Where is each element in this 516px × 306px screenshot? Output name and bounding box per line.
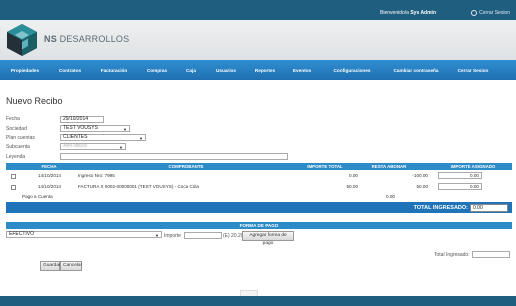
sociedad-label: Sociedad bbox=[6, 126, 27, 132]
brand-bold: NS bbox=[44, 34, 57, 44]
nav-item-eventos[interactable]: Eventos bbox=[284, 68, 320, 73]
nav-item-contratos[interactable]: Contratos bbox=[50, 68, 90, 73]
fecha-label: Fecha bbox=[6, 116, 20, 122]
total-ingresado-bar: TOTAL INGRESADO: 0.00 bbox=[6, 202, 512, 213]
brand-name: NS DESARROLLOS bbox=[44, 34, 129, 44]
nav-item-propiedades[interactable]: Propiedades bbox=[0, 68, 50, 73]
nav-item-cerrar-sesion[interactable]: Cerrar Sesion bbox=[448, 68, 498, 73]
total-ingresado-field[interactable]: 0.00 bbox=[470, 204, 508, 212]
row-importe-asignado-input[interactable]: 0.00 bbox=[438, 172, 482, 179]
sociedad-select[interactable]: TEST VOUSYS ▼ bbox=[60, 125, 130, 132]
col-importe-asignado: IMPORTE ASIGNADO bbox=[450, 164, 496, 169]
pago-a-cuenta-value: 0.00 bbox=[386, 194, 395, 199]
row-checkbox[interactable] bbox=[11, 174, 16, 179]
main-nav: Propiedades Contratos Facturación Compra… bbox=[0, 60, 516, 80]
leyenda-label: Leyenda bbox=[6, 154, 26, 160]
row-importe-asignado-input[interactable]: 0.00 bbox=[438, 183, 482, 190]
chevron-down-icon: ▼ bbox=[119, 145, 123, 150]
row-fecha: 14/10/2014 bbox=[38, 173, 61, 178]
pago-a-cuenta-label: Pago a Cuenta bbox=[22, 194, 53, 199]
save-button[interactable]: Guardar bbox=[40, 261, 61, 271]
cancel-button[interactable]: Cancelar bbox=[60, 261, 82, 271]
col-importe-total: IMPORTE TOTAL bbox=[307, 164, 343, 169]
welcome-prefix: Bienvenido/a bbox=[380, 10, 409, 16]
table-row: 14/10/2014 FACTURA X 0002-00000001 (TEST… bbox=[6, 182, 512, 192]
importe-input[interactable] bbox=[184, 232, 222, 239]
total-ingresado-label: TOTAL INGRESADO: bbox=[413, 205, 468, 211]
page-title: Nuevo Recibo bbox=[6, 96, 63, 106]
forma-pago-header: FORMA DE PAGO bbox=[6, 222, 512, 229]
col-resta-abonar: RESTA ABONAR bbox=[371, 164, 407, 169]
sociedad-value: TEST VOUSYS bbox=[63, 125, 98, 131]
header: NS DESARROLLOS bbox=[0, 20, 516, 60]
ns-cube-logo-icon[interactable] bbox=[6, 23, 38, 57]
col-comprobante: COMPROBANTE bbox=[168, 164, 204, 169]
fecha-input[interactable]: 29/10/2014 bbox=[60, 116, 104, 123]
nav-item-usuarios[interactable]: Usuarios bbox=[206, 68, 246, 73]
row-resta-abonar: -100.00 bbox=[412, 173, 428, 178]
nav-item-facturacion[interactable]: Facturación bbox=[90, 68, 138, 73]
subcuenta-label: Subcuenta bbox=[6, 144, 30, 150]
logout-link[interactable]: Cerrar Sesion bbox=[471, 10, 510, 16]
nav-item-cambiar-contrasena[interactable]: Cambiar contraseña bbox=[384, 68, 448, 73]
chevron-down-icon: ▼ bbox=[139, 136, 143, 141]
plan-cuentas-label: Plan cuentas bbox=[6, 135, 35, 141]
row-checkbox[interactable] bbox=[11, 185, 16, 190]
currency-note: (E) 20.20 bbox=[223, 233, 244, 239]
plan-cuentas-select[interactable]: CLIENTES ▼ bbox=[60, 134, 146, 141]
power-icon bbox=[471, 10, 478, 16]
col-fecha: FECHA bbox=[41, 164, 57, 169]
nav-item-compras[interactable]: Compras bbox=[138, 68, 176, 73]
footer-bar bbox=[0, 296, 516, 306]
welcome-user: Sys Admin bbox=[410, 10, 436, 16]
row-comprobante: FACTURA X 0002-00000001 (TEST VOUSYS) - … bbox=[78, 184, 199, 189]
row-fecha: 14/10/2014 bbox=[38, 184, 61, 189]
add-payment-method-button[interactable]: Agregar forma de pago bbox=[242, 231, 294, 246]
nav-item-configuraciones[interactable]: Configuraciones bbox=[320, 68, 384, 73]
row-importe-total: 50.00 bbox=[346, 184, 359, 189]
forma-pago-value: EFECTIVO bbox=[9, 231, 35, 237]
top-bar: Bienvenido/a Sys Admin Cerrar Sesion bbox=[0, 0, 516, 20]
welcome-text: Bienvenido/a Sys Admin bbox=[380, 10, 436, 16]
plan-cuentas-value: CLIENTES bbox=[63, 134, 88, 140]
subcuenta-value: Alex Altura bbox=[63, 143, 87, 149]
leyenda-input[interactable] bbox=[60, 153, 288, 160]
forma-pago-select[interactable]: EFECTIVO ▼ bbox=[6, 231, 162, 238]
subcuenta-select[interactable]: Alex Altura ▼ bbox=[60, 143, 126, 150]
logout-label: Cerrar Sesion bbox=[479, 10, 510, 16]
total-ingresado-small-field[interactable] bbox=[472, 251, 510, 258]
importe-label: Importe bbox=[164, 233, 181, 239]
row-resta-abonar: 50.00 bbox=[416, 184, 429, 189]
total-ingresado-small-label: Total Ingresado: bbox=[434, 252, 470, 258]
chevron-down-icon: ▼ bbox=[123, 127, 127, 132]
row-comprobante: Ingreso Nro: 7995 bbox=[78, 173, 115, 178]
pago-a-cuenta-row: Pago a Cuenta 0.00 bbox=[6, 192, 512, 202]
nav-item-caja[interactable]: Caja bbox=[176, 68, 206, 73]
nav-item-reportes[interactable]: Reportes bbox=[246, 68, 284, 73]
chevron-down-icon: ▼ bbox=[155, 233, 159, 238]
table-row: 14/10/2014 Ingreso Nro: 7995 0.00 -100.0… bbox=[6, 171, 512, 181]
receipts-table-header: FECHA COMPROBANTE IMPORTE TOTAL RESTA AB… bbox=[6, 163, 512, 170]
row-importe-total: 0.00 bbox=[349, 173, 358, 178]
brand-rest: DESARROLLOS bbox=[56, 34, 130, 44]
